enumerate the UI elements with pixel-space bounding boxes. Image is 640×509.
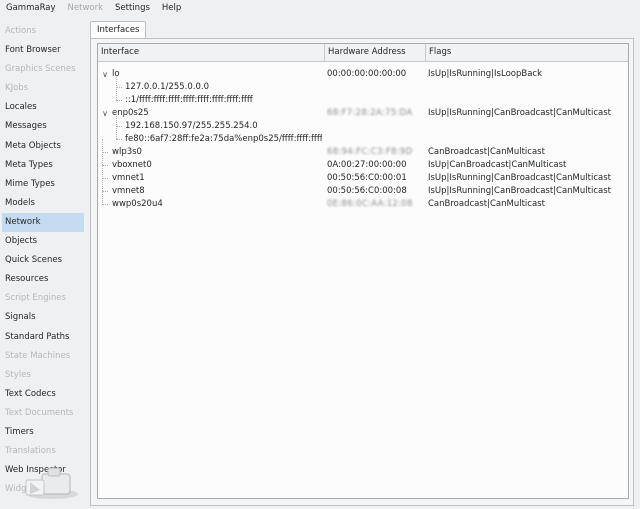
sidebar-item-mime-types[interactable]: Mime Types bbox=[2, 175, 84, 194]
interface-name: enp0s25 bbox=[112, 108, 149, 118]
interface-name: vboxnet0 bbox=[112, 160, 152, 170]
interface-flags: IsUp|IsRunning|CanBroadcast|CanMulticast bbox=[428, 173, 611, 183]
sidebar-item-meta-objects[interactable]: Meta Objects bbox=[2, 137, 84, 156]
hardware-address: 00:50:56:C0:00:01 bbox=[327, 173, 407, 183]
hardware-address: 68:F7:28:2A:75:DA bbox=[327, 108, 413, 118]
tree-header: Interface Hardware Address Flags bbox=[98, 44, 628, 62]
menu-gammaray[interactable]: GammaRay bbox=[0, 0, 62, 17]
sidebar-item-network[interactable]: Network bbox=[2, 212, 84, 233]
sidebar-item-signals[interactable]: Signals bbox=[2, 308, 84, 327]
hardware-address: 00:00:00:00:00:00 bbox=[327, 69, 407, 79]
hardware-address: 0E:86:0C:AA:12:08 bbox=[327, 199, 413, 209]
interface-flags: IsUp|IsRunning|CanBroadcast|CanMulticast bbox=[428, 186, 611, 196]
tree-branch-line bbox=[116, 139, 122, 140]
interface-row[interactable]: vmnet1 00:50:56:C0:00:01 IsUp|IsRunning|Ca… bbox=[98, 172, 628, 185]
header-flags[interactable]: Flags bbox=[426, 44, 628, 61]
sidebar-item-font-browser[interactable]: Font Browser bbox=[2, 41, 84, 60]
hardware-address: 00:50:56:C0:00:08 bbox=[327, 186, 407, 196]
tab-interfaces[interactable]: Interfaces bbox=[90, 21, 147, 39]
header-interface[interactable]: Interface bbox=[98, 44, 325, 61]
interface-row[interactable]: ∨ lo 00:00:00:00:00:00 IsUp|IsRunning|IsLoo… bbox=[98, 68, 628, 81]
interface-flags: IsUp|IsRunning|CanBroadcast|CanMulticast bbox=[428, 108, 611, 118]
menu-network[interactable]: Network bbox=[62, 0, 110, 17]
header-hardware-address[interactable]: Hardware Address bbox=[325, 44, 426, 61]
expand-arrow-icon[interactable]: ∨ bbox=[101, 68, 109, 81]
address-row[interactable]: 127.0.0.1/255.0.0.0 bbox=[98, 81, 628, 94]
tool-list: Actions Font Browser Graphics Scenes KJobs L… bbox=[2, 22, 84, 502]
address-row[interactable]: ::1/ffff:ffff:ffff:ffff:ffff:ffff:ffff:f… bbox=[98, 94, 628, 107]
sidebar-item-kjobs[interactable]: KJobs bbox=[2, 79, 84, 98]
interface-name: wlp3s0 bbox=[112, 147, 142, 157]
interface-name: vmnet8 bbox=[112, 186, 145, 196]
sidebar-item-translations[interactable]: Translations bbox=[2, 442, 84, 461]
sidebar-item-graphics-scenes[interactable]: Graphics Scenes bbox=[2, 60, 84, 79]
address-row[interactable]: 192.168.150.97/255.255.254.0 bbox=[98, 120, 628, 133]
interface-address: ::1/ffff:ffff:ffff:ffff:ffff:ffff:ffff:f… bbox=[125, 95, 253, 105]
sidebar-item-script-engines[interactable]: Script Engines bbox=[2, 289, 84, 308]
interface-flags: IsUp|CanBroadcast|CanMulticast bbox=[428, 160, 567, 170]
sidebar-item-state-machines[interactable]: State Machines bbox=[2, 347, 84, 366]
hardware-address: 0A:00:27:00:00:00 bbox=[327, 160, 407, 170]
sidebar-item-standard-paths[interactable]: Standard Paths bbox=[2, 328, 84, 347]
interface-address: 192.168.150.97/255.255.254.0 bbox=[125, 121, 258, 131]
menu-bar: GammaRay Network Settings Help bbox=[0, 0, 640, 17]
menu-settings[interactable]: Settings bbox=[109, 0, 156, 17]
interface-row[interactable]: vboxnet0 0A:00:27:00:00:00 IsUp|CanBroadca… bbox=[98, 159, 628, 172]
sidebar-item-styles[interactable]: Styles bbox=[2, 366, 84, 385]
sidebar-item-timers[interactable]: Timers bbox=[2, 423, 84, 442]
sidebar-item-models[interactable]: Models bbox=[2, 194, 84, 213]
interface-name: lo bbox=[112, 69, 120, 79]
menu-help[interactable]: Help bbox=[156, 0, 187, 17]
interface-address: 127.0.0.1/255.0.0.0 bbox=[125, 82, 209, 92]
sidebar-item-text-codecs[interactable]: Text Codecs bbox=[2, 385, 84, 404]
tree-guide-line bbox=[116, 116, 117, 139]
interface-flags: CanBroadcast|CanMulticast bbox=[428, 147, 545, 157]
interface-address: fe80::6af7:28ff:fe2a:75da%enp0s25/ffff:f… bbox=[125, 134, 322, 144]
hardware-address: 68:94:FC:C3:F8:9D bbox=[327, 147, 413, 157]
tree-guide-line bbox=[116, 77, 117, 100]
sidebar-item-meta-types[interactable]: Meta Types bbox=[2, 156, 84, 175]
interface-name: vmnet1 bbox=[112, 173, 145, 183]
sidebar-item-messages[interactable]: Messages bbox=[2, 117, 84, 136]
interfaces-tree[interactable]: Interface Hardware Address Flags ∨ lo 00:0… bbox=[97, 43, 629, 499]
sidebar-item-resources[interactable]: Resources bbox=[2, 270, 84, 289]
tree-branch-line bbox=[116, 100, 122, 101]
address-row[interactable]: fe80::6af7:28ff:fe2a:75da%enp0s25/ffff:f… bbox=[98, 133, 628, 146]
interface-flags: IsUp|IsRunning|IsLoopBack bbox=[428, 69, 542, 79]
gammaray-logo-icon bbox=[25, 467, 78, 499]
interface-flags: CanBroadcast|CanMulticast bbox=[428, 199, 545, 209]
sidebar-item-quick-scenes[interactable]: Quick Scenes bbox=[2, 251, 84, 270]
expand-arrow-icon[interactable]: ∨ bbox=[101, 107, 109, 120]
sidebar-item-locales[interactable]: Locales bbox=[2, 98, 84, 117]
sidebar-item-objects[interactable]: Objects bbox=[2, 232, 84, 251]
interface-row[interactable]: vmnet8 00:50:56:C0:00:08 IsUp|IsRunning|Ca… bbox=[98, 185, 628, 198]
interface-row[interactable]: ∨ enp0s25 68:F7:28:2A:75:DA IsUp|IsRunning|… bbox=[98, 107, 628, 120]
interface-row[interactable]: wlp3s0 68:94:FC:C3:F8:9D CanBroadcast|CanM… bbox=[98, 146, 628, 159]
interface-name: wwp0s20u4 bbox=[112, 199, 163, 209]
interface-row[interactable]: wwp0s20u4 0E:86:0C:AA:12:08 CanBroadcast|C… bbox=[98, 198, 628, 211]
tree-guide-line bbox=[102, 139, 103, 205]
sidebar-item-actions[interactable]: Actions bbox=[2, 22, 84, 41]
sidebar-item-text-documents[interactable]: Text Documents bbox=[2, 404, 84, 423]
interfaces-panel: Interface Hardware Address Flags ∨ lo 00:0… bbox=[90, 38, 634, 506]
